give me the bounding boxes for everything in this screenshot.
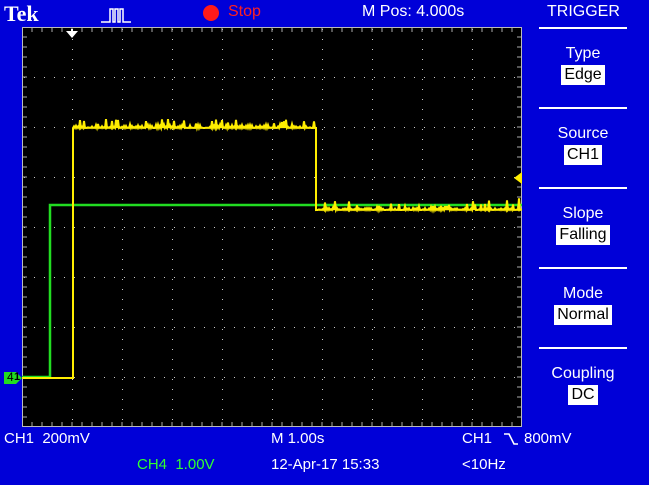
falling-edge-icon: [504, 433, 518, 445]
menu-item-slope[interactable]: Slope Falling: [537, 187, 629, 267]
graticule-dots: [24, 29, 515, 420]
trigger-frequency-readout: <10Hz: [462, 456, 506, 473]
menu-item-type[interactable]: Type Edge: [537, 27, 629, 107]
ch1-marker-label: 1: [14, 371, 21, 383]
menu-item-mode[interactable]: Mode Normal: [537, 267, 629, 347]
menu-divider: [539, 187, 627, 189]
acquisition-trigger-icon: [101, 8, 131, 23]
menu-item-value: DC: [568, 385, 598, 405]
graticule-grid: [22, 27, 522, 427]
menu-item-label: Mode: [562, 285, 604, 302]
menu-item-label: Type: [565, 45, 601, 62]
menu-item-source[interactable]: Source CH1: [537, 107, 629, 187]
status-bar: Tek Stop M Pos: 4.000s TRIGGER: [0, 0, 649, 27]
oscilloscope-display: Tek Stop M Pos: 4.000s TRIGGER 4 1 Type …: [0, 0, 649, 485]
menu-item-label: Coupling: [551, 365, 615, 382]
menu-item-value: Edge: [561, 65, 605, 85]
channel-ground-markers: 4 1: [4, 370, 24, 386]
ch4-scale-readout: CH4 1.00V: [137, 456, 215, 473]
trigger-source-readout: CH1: [462, 430, 493, 447]
ch4-marker-label: 4: [7, 370, 14, 384]
menu-item-value: Normal: [554, 305, 612, 325]
ch4-waveform: [22, 203, 522, 379]
date-time-readout: 12-Apr-17 15:33: [271, 456, 380, 473]
menu-divider: [539, 107, 627, 109]
menu-item-value: Falling: [556, 225, 610, 245]
graticule-ticks: [23, 28, 521, 426]
ch1-scale-readout: CH1 200mV: [4, 430, 90, 447]
trigger-level-marker-icon: [514, 172, 522, 184]
menu-item-label: Source: [557, 125, 609, 142]
menu-item-label: Slope: [562, 205, 604, 222]
menu-divider: [539, 267, 627, 269]
menu-item-coupling[interactable]: Coupling DC: [537, 347, 629, 427]
horizontal-position-readout: M Pos: 4.000s: [362, 3, 465, 20]
menu-item-value: CH1: [563, 145, 602, 165]
stop-indicator-icon: [203, 5, 219, 21]
acquisition-status: Stop: [228, 3, 261, 20]
menu-divider: [539, 347, 627, 349]
trigger-level-readout: 800mV: [524, 430, 572, 447]
brand-logo: Tek: [4, 1, 39, 26]
graticule: [22, 27, 522, 427]
timebase-readout: M 1.00s: [271, 430, 325, 447]
trigger-position-marker-icon: [66, 29, 78, 38]
trigger-menu: Type Edge Source CH1 Slope Falling Mode …: [537, 27, 629, 427]
graticule-border: [22, 27, 522, 427]
menu-divider: [539, 27, 627, 29]
menu-title: TRIGGER: [547, 3, 620, 20]
